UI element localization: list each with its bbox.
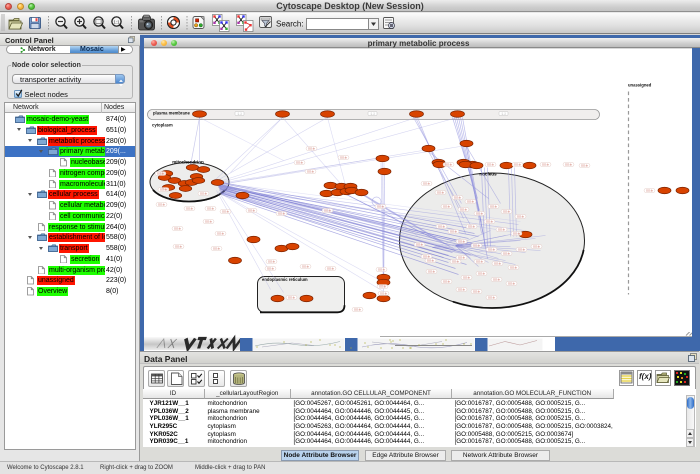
svg-text:GO:th: GO:th bbox=[488, 295, 495, 299]
svg-text:1:1: 1:1 bbox=[113, 20, 120, 25]
svg-text:GO:th: GO:th bbox=[488, 247, 495, 251]
svg-text:GO:th: GO:th bbox=[217, 231, 224, 235]
svg-text:GO:th: GO:th bbox=[380, 291, 387, 295]
svg-text:GO:th: GO:th bbox=[207, 206, 214, 210]
svg-text:GO:th: GO:th bbox=[581, 163, 588, 167]
svg-text:GO:th: GO:th bbox=[476, 211, 483, 215]
svg-text:GO:th: GO:th bbox=[302, 264, 309, 268]
svg-text:GO:th: GO:th bbox=[268, 259, 275, 263]
svg-text:GO:th: GO:th bbox=[427, 258, 434, 262]
svg-text:GO:th: GO:th bbox=[487, 162, 494, 166]
svg-text:GO:th: GO:th bbox=[160, 187, 167, 191]
svg-text:GO:th: GO:th bbox=[200, 191, 207, 195]
svg-text:GO:th: GO:th bbox=[307, 169, 314, 173]
svg-text:GO:th: GO:th bbox=[443, 279, 450, 283]
svg-text:GO:th: GO:th bbox=[267, 266, 274, 270]
svg-text:GO:th: GO:th bbox=[248, 208, 255, 212]
svg-text:GO:th: GO:th bbox=[324, 208, 331, 212]
svg-text:GO:th: GO:th bbox=[565, 162, 572, 166]
svg-text:GO:th: GO:th bbox=[378, 267, 385, 271]
svg-text:GO:th: GO:th bbox=[510, 265, 517, 269]
svg-text:GO:th: GO:th bbox=[514, 162, 521, 166]
svg-text:GO:th: GO:th bbox=[278, 211, 285, 215]
svg-text:GO:th: GO:th bbox=[486, 219, 493, 223]
svg-text:[...]: [...] bbox=[370, 111, 374, 115]
svg-text:GO:th: GO:th bbox=[205, 219, 212, 223]
svg-text:GO:th: GO:th bbox=[174, 226, 181, 230]
svg-text:GO:th: GO:th bbox=[423, 181, 430, 185]
svg-text:GO:th: GO:th bbox=[533, 244, 540, 248]
svg-text:GO:th: GO:th bbox=[473, 289, 480, 293]
svg-text:GO:th: GO:th bbox=[452, 259, 459, 263]
svg-text:GO:th: GO:th bbox=[354, 307, 361, 311]
svg-text:GO:th: GO:th bbox=[490, 204, 497, 208]
svg-text:GO:th: GO:th bbox=[458, 255, 465, 259]
svg-text:[...]: [...] bbox=[237, 111, 241, 115]
svg-text:GO:th: GO:th bbox=[518, 247, 525, 251]
svg-text:GO:th: GO:th bbox=[646, 188, 653, 192]
svg-text:GO:th: GO:th bbox=[428, 269, 435, 273]
svg-text:unassigned: unassigned bbox=[628, 82, 652, 87]
svg-text:GO:th: GO:th bbox=[454, 195, 461, 199]
svg-text:GO:th: GO:th bbox=[222, 209, 229, 213]
svg-text:GO:th: GO:th bbox=[213, 246, 220, 250]
svg-text:Search:: Search: bbox=[276, 20, 304, 29]
svg-text:GO:th: GO:th bbox=[503, 251, 510, 255]
svg-text:GO:th: GO:th bbox=[288, 295, 295, 299]
svg-text:cytoplasm: cytoplasm bbox=[152, 122, 173, 127]
svg-text:GO:th: GO:th bbox=[473, 243, 480, 247]
svg-text:GO:th: GO:th bbox=[296, 160, 303, 164]
svg-text:GO:th: GO:th bbox=[158, 202, 165, 206]
svg-text:GO:th: GO:th bbox=[458, 287, 465, 291]
svg-text:GO:th: GO:th bbox=[460, 207, 467, 211]
svg-text:[...]: [...] bbox=[501, 111, 505, 115]
svg-text:GO:th: GO:th bbox=[445, 162, 452, 166]
svg-text:GO:th: GO:th bbox=[494, 261, 501, 265]
svg-text:GO:th: GO:th bbox=[503, 209, 510, 213]
svg-text:GO:th: GO:th bbox=[175, 244, 182, 248]
svg-text:GO:th: GO:th bbox=[423, 254, 430, 258]
svg-text:GO:th: GO:th bbox=[340, 155, 347, 159]
svg-text:GO:th: GO:th bbox=[379, 284, 386, 288]
svg-text:GO:th: GO:th bbox=[467, 199, 474, 203]
svg-text:GO:th: GO:th bbox=[327, 266, 334, 270]
svg-text:GO:th: GO:th bbox=[437, 190, 444, 194]
svg-text:plasma membrane: plasma membrane bbox=[153, 110, 190, 115]
svg-text:GO:th: GO:th bbox=[498, 227, 505, 231]
svg-text:GO:th: GO:th bbox=[513, 231, 520, 235]
svg-text:GO:th: GO:th bbox=[463, 275, 470, 279]
svg-text:GO:th: GO:th bbox=[308, 146, 315, 150]
svg-text:GO:th: GO:th bbox=[493, 277, 500, 281]
svg-text:GO:th: GO:th bbox=[517, 214, 524, 218]
svg-text:GO:th: GO:th bbox=[458, 239, 465, 243]
svg-text:GO:th: GO:th bbox=[478, 271, 485, 275]
svg-text:GO:th: GO:th bbox=[468, 224, 475, 228]
svg-text:GO:th: GO:th bbox=[443, 204, 450, 208]
svg-text:GO:th: GO:th bbox=[157, 171, 164, 175]
svg-text:GO:th: GO:th bbox=[542, 162, 549, 166]
svg-text:GO:th: GO:th bbox=[450, 229, 457, 233]
svg-text:GO:th: GO:th bbox=[377, 204, 384, 208]
svg-text:endoplasmic reticulum: endoplasmic reticulum bbox=[262, 277, 308, 282]
svg-text:GO:th: GO:th bbox=[186, 206, 193, 210]
svg-text:GO:th: GO:th bbox=[476, 259, 483, 263]
svg-text:GO:th: GO:th bbox=[438, 224, 445, 228]
svg-text:GO:th: GO:th bbox=[416, 242, 423, 246]
svg-text:GO:th: GO:th bbox=[508, 281, 515, 285]
